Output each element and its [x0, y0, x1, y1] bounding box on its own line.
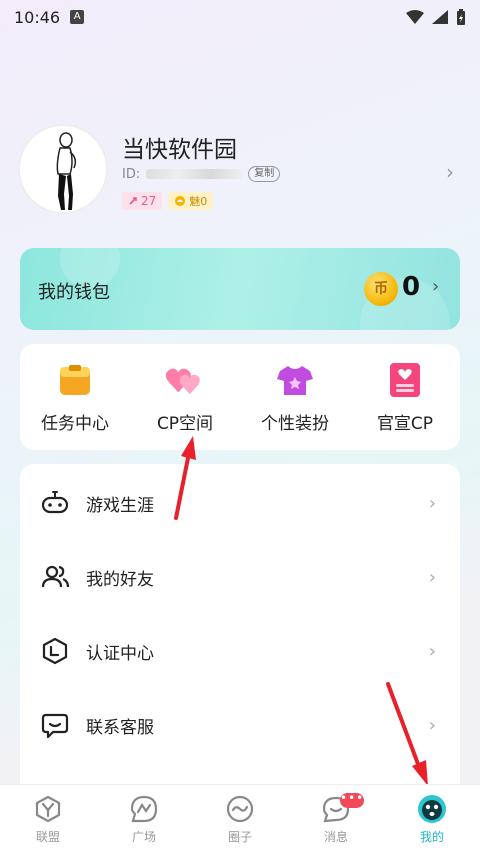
alliance-icon — [35, 795, 61, 822]
support-icon — [41, 713, 69, 739]
level-badge: 27 — [122, 192, 163, 210]
tab-label: 联盟 — [35, 829, 60, 844]
tab-plaza[interactable]: 广场 — [96, 785, 192, 853]
feature-grid: 任务中心 CP空间 个性装扮 官宣CP — [20, 344, 460, 450]
mine-icon — [418, 794, 446, 823]
feature-label: 任务中心 — [41, 413, 109, 434]
circle-icon — [226, 795, 254, 822]
profile-header[interactable]: 当快软件园 ID: 复制 27 魅0 › — [18, 124, 462, 219]
status-bar: 10:46 A — [0, 0, 480, 34]
tab-label: 消息 — [323, 829, 348, 844]
level-value: 27 — [141, 194, 157, 208]
feature-cp-space[interactable]: CP空间 — [135, 361, 235, 434]
username: 当快软件园 — [122, 137, 237, 163]
menu-list: 游戏生涯 › 我的好友 › 认证中心 › 联系客服 › — [20, 464, 460, 804]
wifi-icon — [406, 10, 424, 24]
feature-announce-cp[interactable]: 官宣CP — [355, 361, 455, 434]
tab-label: 圈子 — [227, 829, 252, 844]
wallet-card[interactable]: 我的钱包 币 0 › — [20, 248, 460, 330]
signal-icon — [432, 10, 448, 24]
menu-item-label: 联系客服 — [86, 717, 154, 738]
level-icon — [129, 197, 137, 205]
badge-row: 27 魅0 — [122, 192, 214, 210]
friends-icon — [41, 565, 70, 588]
outfit-icon — [275, 361, 315, 399]
feature-label: CP空间 — [156, 413, 214, 434]
bottom-tab-bar: 联盟 广场 圈子 ••• 消息 我的 — [0, 784, 480, 853]
copy-id-button[interactable]: 复制 — [248, 166, 281, 182]
chevron-right-icon: › — [428, 566, 436, 588]
wallet-amount: 0 — [402, 272, 421, 302]
feature-task-center[interactable]: 任务中心 — [25, 361, 125, 434]
user-id-row: ID: 复制 — [122, 166, 281, 182]
menu-item-game-career[interactable]: 游戏生涯 › — [20, 466, 460, 540]
task-icon — [55, 361, 95, 399]
avatar[interactable] — [18, 124, 108, 214]
announce-icon — [385, 361, 425, 399]
user-id-label: ID: — [122, 166, 141, 182]
notification-badge: A — [70, 10, 85, 24]
status-time: 10:46 — [14, 7, 61, 27]
menu-item-label: 游戏生涯 — [86, 495, 154, 516]
hearts-icon — [165, 361, 205, 399]
coin-icon: 币 — [364, 272, 398, 306]
tab-label: 我的 — [419, 829, 444, 844]
charm-value: 魅0 — [189, 195, 208, 208]
tab-messages[interactable]: ••• 消息 — [288, 785, 384, 853]
tab-circle[interactable]: 圈子 — [192, 785, 288, 853]
chevron-right-icon: › — [446, 160, 454, 184]
chevron-right-icon: › — [432, 276, 440, 297]
tab-label: 广场 — [131, 829, 156, 844]
chevron-right-icon: › — [428, 640, 436, 662]
chevron-right-icon: › — [428, 714, 436, 736]
feature-label: 个性装扮 — [261, 413, 329, 434]
charm-icon — [175, 196, 186, 206]
menu-item-label: 我的好友 — [86, 569, 154, 590]
avatar-figure-icon — [56, 132, 77, 210]
feature-label: 官宣CP — [376, 413, 434, 434]
feature-personal-outfit[interactable]: 个性装扮 — [245, 361, 345, 434]
tab-mine[interactable]: 我的 — [384, 785, 480, 853]
chevron-right-icon: › — [428, 492, 436, 514]
battery-icon — [457, 9, 465, 25]
wallet-label: 我的钱包 — [38, 282, 110, 303]
user-id-blurred — [146, 169, 243, 179]
plaza-icon — [130, 795, 158, 822]
charm-badge: 魅0 — [168, 192, 214, 210]
menu-item-contact-support[interactable]: 联系客服 › — [20, 688, 460, 762]
gamepad-icon — [41, 491, 69, 514]
certify-icon — [42, 637, 68, 665]
unread-badge: ••• — [340, 792, 364, 808]
tab-alliance[interactable]: 联盟 — [0, 785, 96, 853]
menu-item-my-friends[interactable]: 我的好友 › — [20, 540, 460, 614]
status-icons — [406, 9, 466, 25]
menu-item-certification[interactable]: 认证中心 › — [20, 614, 460, 688]
menu-item-label: 认证中心 — [86, 643, 154, 664]
